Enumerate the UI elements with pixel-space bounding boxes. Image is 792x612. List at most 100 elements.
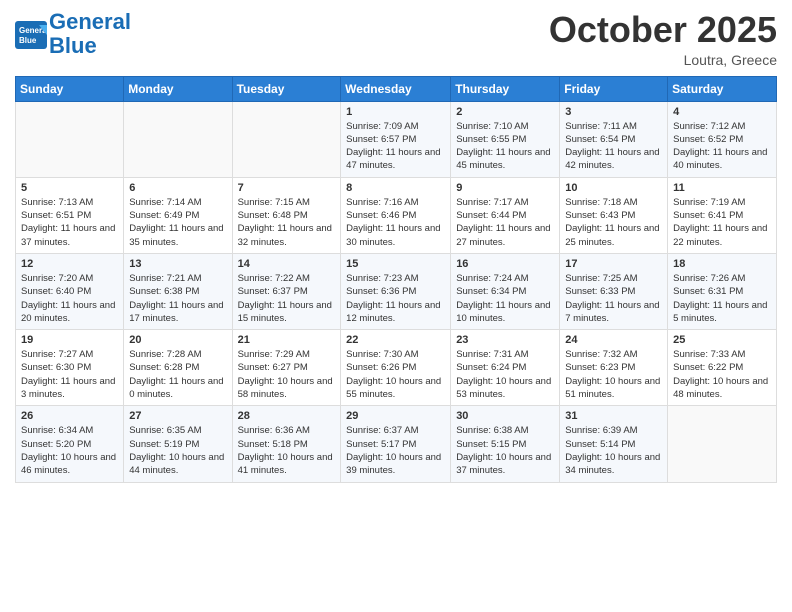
day-info: Sunrise: 6:35 AMSunset: 5:19 PMDaylight:… (129, 424, 226, 477)
day-info: Sunrise: 7:22 AMSunset: 6:37 PMDaylight:… (238, 272, 336, 325)
day-info: Sunrise: 7:29 AMSunset: 6:27 PMDaylight:… (238, 348, 336, 401)
day-info: Sunrise: 7:17 AMSunset: 6:44 PMDaylight:… (456, 196, 554, 249)
day-info: Sunrise: 6:34 AMSunset: 5:20 PMDaylight:… (21, 424, 118, 477)
day-cell: 14 Sunrise: 7:22 AMSunset: 6:37 PMDayligh… (232, 253, 341, 329)
weekday-header-monday: Monday (124, 76, 232, 101)
day-number: 17 (565, 258, 662, 270)
day-cell: 22 Sunrise: 7:30 AMSunset: 6:26 PMDayligh… (341, 330, 451, 406)
day-cell: 5 Sunrise: 7:13 AMSunset: 6:51 PMDaylight… (16, 177, 124, 253)
day-number: 4 (673, 106, 771, 118)
day-cell: 29 Sunrise: 6:37 AMSunset: 5:17 PMDayligh… (341, 406, 451, 482)
day-cell (668, 406, 777, 482)
day-number: 28 (238, 410, 336, 422)
day-cell: 21 Sunrise: 7:29 AMSunset: 6:27 PMDayligh… (232, 330, 341, 406)
day-info: Sunrise: 7:32 AMSunset: 6:23 PMDaylight:… (565, 348, 662, 401)
day-info: Sunrise: 6:36 AMSunset: 5:18 PMDaylight:… (238, 424, 336, 477)
weekday-header-wednesday: Wednesday (341, 76, 451, 101)
week-row-4: 19Sunrise: 7:27 AMSunset: 6:30 PMDayligh… (16, 330, 777, 406)
day-cell: 9 Sunrise: 7:17 AMSunset: 6:44 PMDaylight… (451, 177, 560, 253)
logo-text: GeneralBlue (49, 10, 131, 58)
logo: General Blue GeneralBlue (15, 10, 131, 58)
day-number: 9 (456, 182, 554, 194)
weekday-header-row: SundayMondayTuesdayWednesdayThursdayFrid… (16, 76, 777, 101)
day-number: 12 (21, 258, 118, 270)
day-number: 18 (673, 258, 771, 270)
day-number: 6 (129, 182, 226, 194)
day-info: Sunrise: 7:28 AMSunset: 6:28 PMDaylight:… (129, 348, 226, 401)
day-number: 16 (456, 258, 554, 270)
day-number: 21 (238, 334, 336, 346)
day-number: 19 (21, 334, 118, 346)
calendar-page: General Blue GeneralBlue October 2025 Lo… (0, 0, 792, 498)
day-info: Sunrise: 7:21 AMSunset: 6:38 PMDaylight:… (129, 272, 226, 325)
day-cell: 24 Sunrise: 7:32 AMSunset: 6:23 PMDayligh… (560, 330, 668, 406)
day-cell: 31 Sunrise: 6:39 AMSunset: 5:14 PMDayligh… (560, 406, 668, 482)
day-cell: 16 Sunrise: 7:24 AMSunset: 6:34 PMDayligh… (451, 253, 560, 329)
day-number: 29 (346, 410, 445, 422)
day-number: 7 (238, 182, 336, 194)
day-info: Sunrise: 7:11 AMSunset: 6:54 PMDaylight:… (565, 120, 662, 173)
svg-text:Blue: Blue (19, 36, 37, 45)
day-info: Sunrise: 7:09 AMSunset: 6:57 PMDaylight:… (346, 120, 445, 173)
day-cell: 3 Sunrise: 7:11 AMSunset: 6:54 PMDaylight… (560, 101, 668, 177)
day-cell: 4 Sunrise: 7:12 AMSunset: 6:52 PMDaylight… (668, 101, 777, 177)
day-info: Sunrise: 7:18 AMSunset: 6:43 PMDaylight:… (565, 196, 662, 249)
day-number: 5 (21, 182, 118, 194)
day-info: Sunrise: 7:24 AMSunset: 6:34 PMDaylight:… (456, 272, 554, 325)
day-info: Sunrise: 7:16 AMSunset: 6:46 PMDaylight:… (346, 196, 445, 249)
day-info: Sunrise: 7:13 AMSunset: 6:51 PMDaylight:… (21, 196, 118, 249)
header: General Blue GeneralBlue October 2025 Lo… (15, 10, 777, 68)
weekday-header-sunday: Sunday (16, 76, 124, 101)
day-info: Sunrise: 6:38 AMSunset: 5:15 PMDaylight:… (456, 424, 554, 477)
day-number: 1 (346, 106, 445, 118)
day-cell: 15 Sunrise: 7:23 AMSunset: 6:36 PMDayligh… (341, 253, 451, 329)
day-cell: 28 Sunrise: 6:36 AMSunset: 5:18 PMDayligh… (232, 406, 341, 482)
day-info: Sunrise: 7:25 AMSunset: 6:33 PMDaylight:… (565, 272, 662, 325)
week-row-3: 12 Sunrise: 7:20 AMSunset: 6:40 PMDayligh… (16, 253, 777, 329)
day-number: 25 (673, 334, 771, 346)
day-info: Sunrise: 7:31 AMSunset: 6:24 PMDaylight:… (456, 348, 554, 401)
day-info: Sunrise: 7:19 AMSunset: 6:41 PMDaylight:… (673, 196, 771, 249)
day-info: Sunrise: 7:12 AMSunset: 6:52 PMDaylight:… (673, 120, 771, 173)
day-cell: 12 Sunrise: 7:20 AMSunset: 6:40 PMDayligh… (16, 253, 124, 329)
day-number: 14 (238, 258, 336, 270)
day-cell: 7 Sunrise: 7:15 AMSunset: 6:48 PMDaylight… (232, 177, 341, 253)
day-number: 11 (673, 182, 771, 194)
day-number: 8 (346, 182, 445, 194)
day-cell: 8 Sunrise: 7:16 AMSunset: 6:46 PMDaylight… (341, 177, 451, 253)
day-info: Sunrise: 7:15 AMSunset: 6:48 PMDaylight:… (238, 196, 336, 249)
day-number: 13 (129, 258, 226, 270)
day-number: 22 (346, 334, 445, 346)
day-number: 24 (565, 334, 662, 346)
day-info: Sunrise: 7:30 AMSunset: 6:26 PMDaylight:… (346, 348, 445, 401)
day-info: Sunrise: 7:10 AMSunset: 6:55 PMDaylight:… (456, 120, 554, 173)
day-cell: 18Sunrise: 7:26 AMSunset: 6:31 PMDayligh… (668, 253, 777, 329)
day-cell: 11 Sunrise: 7:19 AMSunset: 6:41 PMDayligh… (668, 177, 777, 253)
weekday-header-friday: Friday (560, 76, 668, 101)
title-area: October 2025 Loutra, Greece (549, 10, 777, 68)
day-cell (16, 101, 124, 177)
day-cell: 25Sunrise: 7:33 AMSunset: 6:22 PMDayligh… (668, 330, 777, 406)
day-number: 3 (565, 106, 662, 118)
day-cell: 20Sunrise: 7:28 AMSunset: 6:28 PMDayligh… (124, 330, 232, 406)
day-info: Sunrise: 6:39 AMSunset: 5:14 PMDaylight:… (565, 424, 662, 477)
day-number: 27 (129, 410, 226, 422)
day-cell (124, 101, 232, 177)
day-cell: 30 Sunrise: 6:38 AMSunset: 5:15 PMDayligh… (451, 406, 560, 482)
day-number: 30 (456, 410, 554, 422)
weekday-header-saturday: Saturday (668, 76, 777, 101)
day-cell: 17 Sunrise: 7:25 AMSunset: 6:33 PMDayligh… (560, 253, 668, 329)
day-info: Sunrise: 6:37 AMSunset: 5:17 PMDaylight:… (346, 424, 445, 477)
day-cell (232, 101, 341, 177)
day-cell: 2 Sunrise: 7:10 AMSunset: 6:55 PMDaylight… (451, 101, 560, 177)
day-number: 15 (346, 258, 445, 270)
day-cell: 27 Sunrise: 6:35 AMSunset: 5:19 PMDayligh… (124, 406, 232, 482)
day-info: Sunrise: 7:23 AMSunset: 6:36 PMDaylight:… (346, 272, 445, 325)
day-number: 31 (565, 410, 662, 422)
calendar-table: SundayMondayTuesdayWednesdayThursdayFrid… (15, 76, 777, 483)
day-number: 2 (456, 106, 554, 118)
day-cell: 6Sunrise: 7:14 AMSunset: 6:49 PMDaylight… (124, 177, 232, 253)
day-info: Sunrise: 7:20 AMSunset: 6:40 PMDaylight:… (21, 272, 118, 325)
weekday-header-thursday: Thursday (451, 76, 560, 101)
day-cell: 1 Sunrise: 7:09 AMSunset: 6:57 PMDaylight… (341, 101, 451, 177)
